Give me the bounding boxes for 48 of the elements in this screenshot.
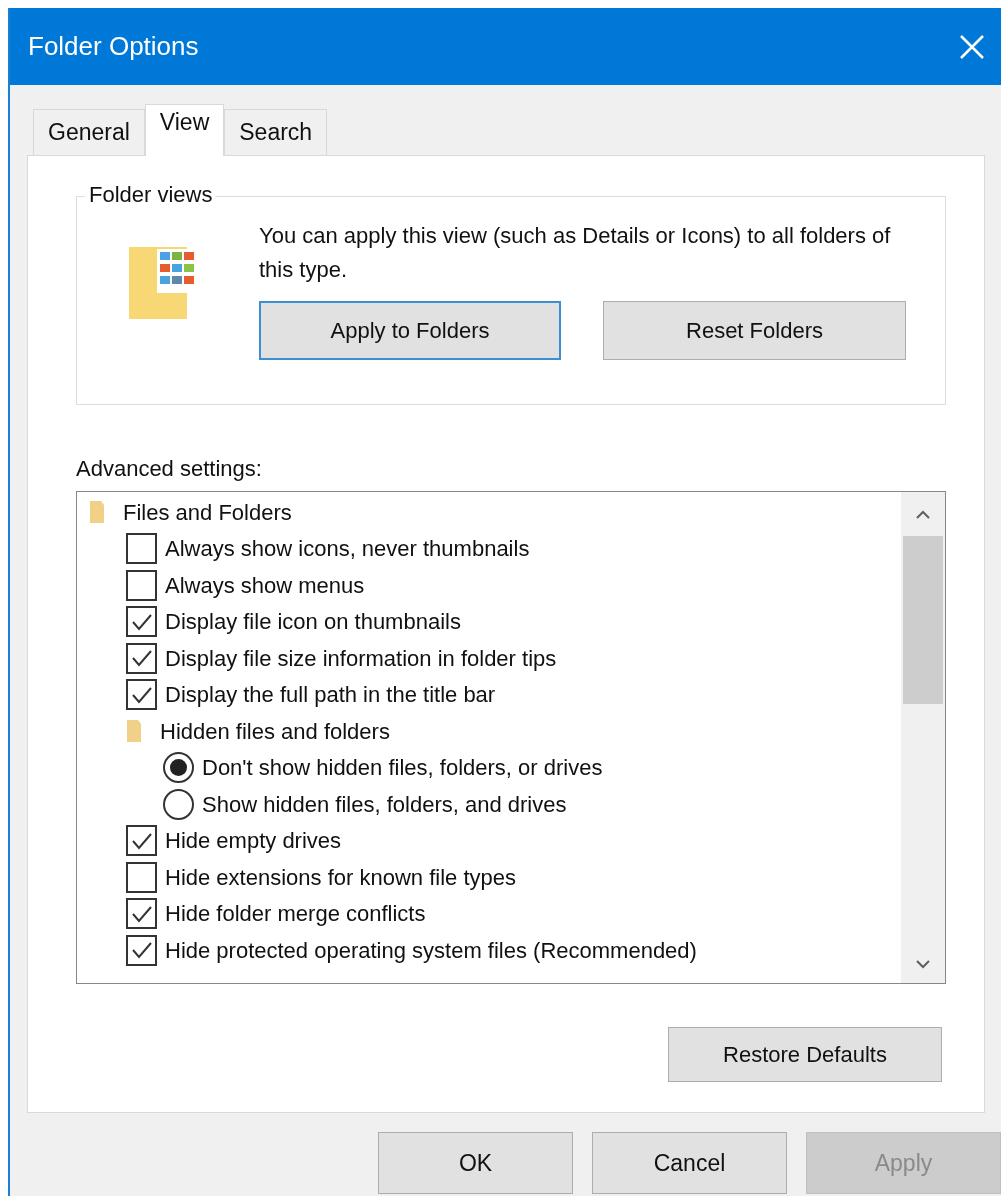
- checkbox-label: Always show icons, never thumbnails: [165, 535, 530, 564]
- folder-action-button[interactable]: Apply to Folders: [259, 301, 561, 360]
- checkbox-label: Always show menus: [165, 571, 365, 600]
- radio-label: Show hidden files, folders, and drives: [202, 790, 567, 819]
- folder-icon: [124, 718, 144, 745]
- checkmark-icon: [130, 685, 153, 704]
- checkbox[interactable]: [126, 861, 157, 893]
- tab[interactable]: General: [33, 109, 145, 155]
- checkmark-icon: [130, 941, 153, 960]
- description-text: You can apply this view (such as Details or Icons) to all folders of this type.: [259, 222, 892, 284]
- restore-defaults-button[interactable]: Restore Defaults: [668, 1027, 942, 1082]
- radio-button[interactable]: [163, 788, 194, 820]
- close-icon[interactable]: [959, 33, 985, 60]
- checkbox[interactable]: [126, 934, 157, 966]
- checkbox-label: Hide empty drives: [165, 827, 342, 856]
- radio-button[interactable]: [163, 752, 194, 784]
- window-title: Folder Options: [28, 30, 199, 63]
- group-label: Hidden files and folders: [160, 717, 390, 746]
- dialog-button[interactable]: Cancel: [592, 1132, 787, 1194]
- tab[interactable]: Search: [224, 109, 328, 155]
- radio-label: Don't show hidden files, folders, or drives: [202, 754, 603, 783]
- checkbox[interactable]: [126, 606, 157, 638]
- folder-icon: [87, 499, 107, 526]
- checkbox-label: Hide folder merge conflicts: [165, 900, 426, 929]
- folder-action-button[interactable]: Reset Folders: [603, 301, 906, 360]
- checkbox[interactable]: [126, 898, 157, 930]
- checkmark-icon: [130, 904, 153, 923]
- checkbox-label: Hide extensions for known file types: [165, 863, 516, 892]
- dialog-button[interactable]: OK: [378, 1132, 573, 1194]
- checkbox[interactable]: [126, 679, 157, 711]
- scrollbar-thumb[interactable]: [903, 536, 943, 704]
- checkbox-label: Display the full path in the title bar: [165, 681, 496, 710]
- tab[interactable]: View: [144, 104, 225, 156]
- checkbox[interactable]: [126, 569, 157, 601]
- checkbox-label: Display file size information in folder tips: [165, 644, 557, 673]
- checkbox-label: Hide protected operating system files (Recommended): [165, 936, 697, 965]
- checkbox-label: Display file icon on thumbnails: [165, 608, 461, 637]
- scrollbar[interactable]: [901, 492, 945, 983]
- scroll-down-icon[interactable]: [915, 959, 931, 969]
- checkbox[interactable]: [126, 825, 157, 857]
- checkbox[interactable]: [126, 642, 157, 674]
- checkbox[interactable]: [126, 533, 157, 565]
- scroll-up-icon[interactable]: [915, 510, 931, 520]
- checkmark-icon: [130, 612, 153, 631]
- group-label: Files and Folders: [123, 498, 292, 527]
- checkmark-icon: [130, 831, 153, 850]
- advanced-settings-label: Advanced settings:: [76, 455, 263, 483]
- checkmark-icon: [130, 649, 153, 668]
